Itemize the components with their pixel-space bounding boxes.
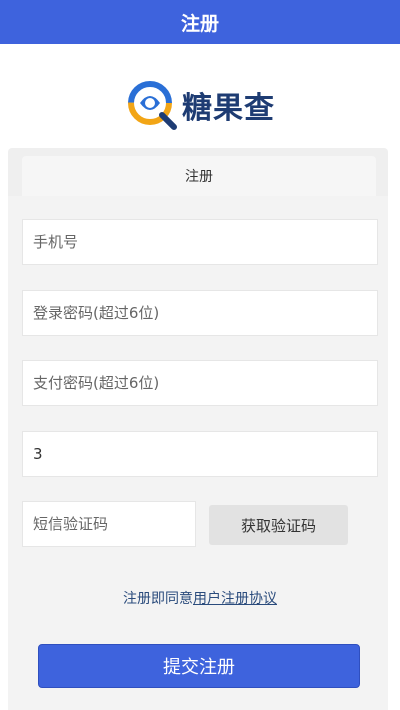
logo: 糖果查 [126, 76, 276, 134]
app-header: 注册 [0, 0, 400, 44]
submit-register-button[interactable]: 提交注册 [38, 644, 360, 688]
logo-text: 糖果查 [182, 91, 275, 126]
login-password-input[interactable] [22, 290, 378, 336]
get-sms-code-button[interactable]: 获取验证码 [209, 505, 348, 545]
agreement-prefix: 注册即同意 [123, 591, 193, 607]
pay-password-input[interactable] [22, 360, 378, 406]
tab-register-label: 注册 [185, 169, 213, 185]
agreement-text: 注册即同意用户注册协议 [0, 588, 400, 608]
sms-code-input[interactable] [22, 501, 196, 547]
phone-input[interactable] [22, 219, 378, 265]
logo-icon [128, 81, 177, 130]
page-title: 注册 [180, 12, 219, 35]
invite-code-input[interactable] [22, 431, 378, 477]
tab-register[interactable]: 注册 [22, 156, 376, 196]
user-agreement-link[interactable]: 用户注册协议 [193, 591, 277, 607]
